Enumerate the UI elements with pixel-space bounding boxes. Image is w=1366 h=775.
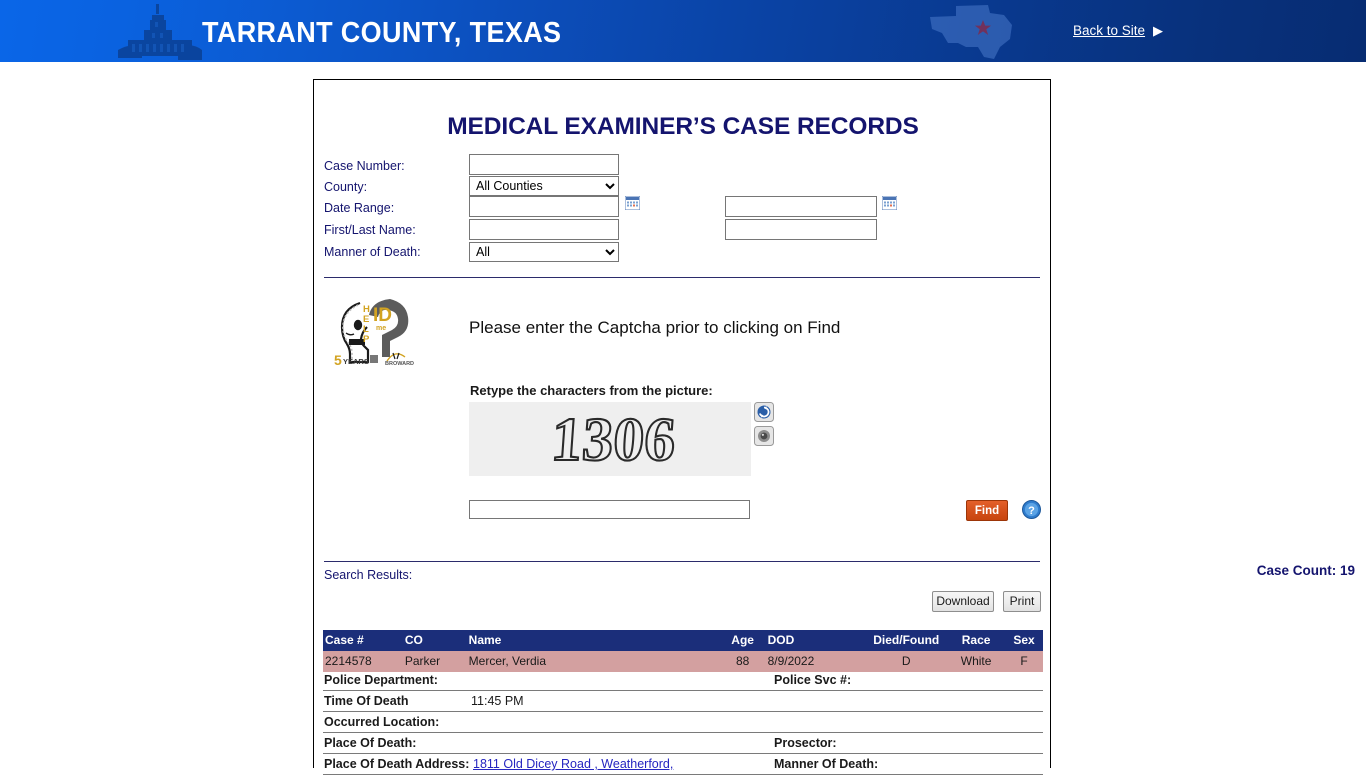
date-range-label: Date Range: [324,201,395,215]
cell-co: Parker [404,651,469,672]
detail-label-prosector: Prosector: [774,736,837,750]
back-arrow-icon: ▶ [1153,23,1163,38]
detail-row-place-of-death-address: Place Of Death Address: 1811 Old Dicey R… [323,754,1043,775]
svg-text:ID: ID [373,305,392,326]
detail-row-occurred-location: Occurred Location: [323,712,1043,733]
detail-label-police-svc: Police Svc #: [774,673,852,687]
detail-label-time-of-death: Time Of Death [324,694,409,708]
cell-died-found: D [865,651,948,672]
form-divider [324,277,1040,278]
manner-of-death-select[interactable]: All [469,242,619,262]
last-name-input[interactable] [725,219,877,240]
column-header-co[interactable]: CO [404,630,469,651]
refresh-captcha-icon[interactable] [754,402,774,422]
results-divider [324,561,1040,562]
column-header-age[interactable]: Age [717,630,768,651]
case-number-input[interactable] [469,154,619,175]
calendar-icon-to[interactable] [882,196,897,210]
cell-name: Mercer, Verdia [468,651,718,672]
download-button[interactable]: Download [932,591,994,612]
column-header-case[interactable]: Case # [323,630,405,651]
detail-row-place-of-death: Place Of Death: Prosector: [323,733,1043,754]
detail-row-police-department: Police Department: Police Svc #: [323,670,1043,691]
site-banner: TARRANT COUNTY, TEXAS Back to Site ▶ [0,0,1366,62]
manner-of-death-label: Manner of Death: [324,245,421,259]
print-button[interactable]: Print [1003,591,1041,612]
site-title: TARRANT COUNTY, TEXAS [202,17,562,49]
detail-label-occurred-location: Occurred Location: [324,715,440,729]
case-detail-rows: Police Department: Police Svc #: Time Of… [323,670,1043,775]
column-header-name[interactable]: Name [468,630,718,651]
detail-label-place-of-death-address: Place Of Death Address: [324,757,470,771]
page-title: MEDICAL EXAMINER’S CASE RECORDS [447,113,919,140]
table-row[interactable]: 2214578 Parker Mercer, Verdia 88 8/9/202… [323,651,1043,672]
audio-captcha-icon[interactable] [754,426,774,446]
detail-label-manner-of-death: Manner Of Death: [774,757,879,771]
back-to-site-link[interactable]: Back to Site [1073,23,1145,38]
column-header-race[interactable]: Race [947,630,1006,651]
county-select[interactable]: All Counties [469,176,619,196]
svg-text:me: me [376,325,386,332]
table-header-row: Case # CO Name Age DOD Died/Found Race S… [323,630,1043,651]
detail-label-place-of-death: Place Of Death: [324,736,417,750]
captcha-message: Please enter the Captcha prior to clicki… [469,318,841,337]
captcha-input[interactable] [469,500,750,519]
column-header-sex[interactable]: Sex [1005,630,1043,651]
county-label: County: [324,180,368,194]
find-button[interactable]: Find [966,500,1008,521]
cell-sex: F [1005,651,1043,672]
place-of-death-address-link[interactable]: 1811 Old Dicey Road , Weatherford, [473,757,673,771]
case-number-label: Case Number: [324,159,405,173]
calendar-icon-from[interactable] [625,196,640,210]
svg-text:YEARS: YEARS [343,357,369,366]
courthouse-silhouette-icon [118,4,202,60]
help-id-me-logo: H E L P ID me 5 YEARS BROWARD [334,299,414,368]
help-question-icon[interactable]: ? [1022,500,1041,519]
captcha-image: 1306 [469,402,751,476]
case-count: Case Count: 19 [1256,563,1355,578]
captcha-characters: 1306 [549,406,678,474]
detail-label-police-department: Police Department: [324,673,438,687]
detail-row-time-of-death: Time Of Death 11:45 PM [323,691,1043,712]
search-results-label: Search Results: [324,568,413,582]
cell-case: 2214578 [323,651,405,672]
svg-text:BROWARD: BROWARD [385,361,414,367]
first-name-input[interactable] [469,219,619,240]
svg-text:?: ? [1028,505,1035,517]
results-table: Case # CO Name Age DOD Died/Found Race S… [323,630,1043,672]
date-range-to-input[interactable] [725,196,877,217]
column-header-died-found[interactable]: Died/Found [865,630,948,651]
cell-age: 88 [717,651,768,672]
detail-value-time-of-death: 11:45 PM [471,694,524,708]
captcha-retype-label: Retype the characters from the picture: [470,383,713,398]
texas-state-map-icon [930,5,1012,59]
first-last-name-label: First/Last Name: [324,223,416,237]
svg-text:P: P [363,334,370,345]
svg-text:5: 5 [334,352,342,368]
cell-race: White [947,651,1006,672]
cell-dod: 8/9/2022 [767,651,866,672]
column-header-dod[interactable]: DOD [767,630,866,651]
date-range-from-input[interactable] [469,196,619,217]
